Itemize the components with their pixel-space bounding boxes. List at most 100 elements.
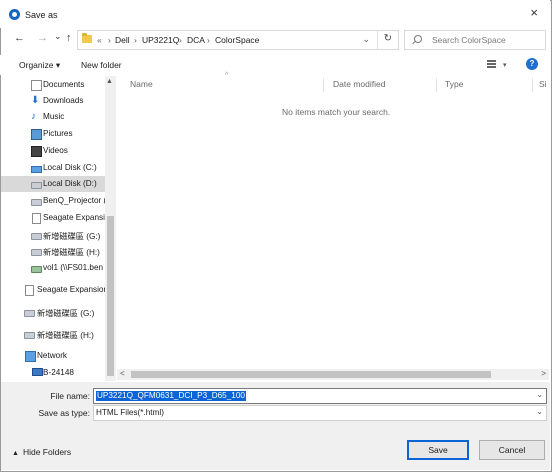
column-header-name[interactable]: Name [130,79,153,89]
sidebar-item-pictures[interactable]: Pictures [1,126,105,142]
drive-icon [31,199,42,206]
sidebar-scroll-thumb[interactable] [107,216,114,376]
network-drive-icon [31,266,42,273]
breadcrumb-separator: › [108,35,111,45]
sidebar-item-label: Seagate Expansic [43,213,109,222]
drive-icon [24,332,35,339]
view-options-icon[interactable] [487,60,496,68]
column-divider[interactable] [323,78,324,92]
sidebar-item-label: 新增磁碟區 (H:) [43,248,100,257]
save-button[interactable]: Save [407,440,469,460]
drive-icon [31,233,42,240]
sidebar-item-local-disk-c[interactable]: Local Disk (C:) [1,160,105,176]
column-header-type[interactable]: Type [445,79,463,89]
search-box[interactable]: Search ColorSpace [404,30,546,50]
breadcrumb-separator: › [134,35,137,45]
sidebar-item-label: Music [43,112,65,121]
refresh-icon[interactable]: ↻ [384,33,392,44]
column-header-size[interactable]: Si [539,79,547,89]
scroll-right-icon[interactable]: > [541,369,546,378]
scroll-up-icon[interactable]: ▲ [106,78,113,85]
page-icon [25,285,34,296]
recent-locations-icon[interactable]: ⌄ [54,31,62,42]
breadcrumb-dca[interactable]: DCA [187,35,205,45]
breadcrumb-colorspace[interactable]: ColorSpace [215,35,259,45]
window-title: Save as [25,10,58,20]
computer-icon [32,368,43,376]
sidebar-item-drive-h-2[interactable]: 新增磁碟區 (H:) [1,326,105,342]
downloads-icon: ⬇ [31,95,40,106]
column-header-date-modified[interactable]: Date modified [333,79,385,89]
app-icon [9,9,20,20]
address-bar[interactable]: « › Dell › UP3221Q › DCA › ColorSpace ⌄ … [77,30,399,50]
help-icon[interactable]: ? [526,58,538,70]
sidebar-scrollbar[interactable]: ▲ [105,76,116,381]
sidebar-item-label: Downloads [43,96,84,105]
sort-indicator-icon: ^ [225,72,229,79]
hide-folders-button[interactable]: ▲ Hide Folders [12,447,71,457]
sidebar-item-label: Videos [43,146,68,155]
pictures-icon [31,129,42,140]
sidebar-item-network[interactable]: Network [1,348,105,364]
navigation-pane[interactable]: Documents ⬇ Downloads ♪ Music Pictures V… [1,76,116,381]
sidebar-item-seagate-expansion[interactable]: Seagate Expansic [1,210,109,226]
system-drive-icon [31,166,42,173]
sidebar-item-local-disk-d[interactable]: Local Disk (D:) [1,176,105,192]
new-folder-button[interactable]: New folder [81,60,122,70]
cancel-button[interactable]: Cancel [479,440,545,460]
close-icon[interactable]: × [530,6,538,19]
address-dropdown-icon[interactable]: ⌄ [362,34,370,45]
view-options-caret[interactable]: ▾ [503,61,507,69]
column-divider[interactable] [436,78,437,92]
network-icon [25,351,36,362]
file-name-label: File name: [50,391,90,401]
save-as-type-dropdown-icon[interactable]: ⌄ [536,407,543,416]
horizontal-scroll-thumb[interactable] [131,371,491,378]
sidebar-item-label: Seagate Expansion [37,285,109,294]
sidebar-item-drive-g-2[interactable]: 新增磁碟區 (G:) [1,304,105,320]
music-icon: ♪ [31,111,36,122]
sidebar-item-label: Pictures [43,129,73,138]
videos-icon [31,146,42,157]
file-name-input[interactable]: UP3221Q_QFM0631_DCI_P3_D65_100 ⌄ [93,388,547,404]
hide-folders-label: Hide Folders [22,447,72,457]
sidebar-item-benq-projector[interactable]: BenQ_Projector ( [1,193,106,209]
sidebar-item-drive-h[interactable]: 新增磁碟區 (H:) [1,243,105,259]
file-name-dropdown-icon[interactable]: ⌄ [536,390,543,399]
file-name-value: UP3221Q_QFM0631_DCI_P3_D65_100 [96,391,246,401]
sidebar-item-label: B-24148 [43,368,74,377]
save-as-type-select[interactable]: HTML Files(*.html) ⌄ [93,405,547,421]
sidebar-item-b-24148[interactable]: B-24148 [1,365,105,381]
breadcrumb-overflow[interactable]: « [97,35,102,45]
sidebar-item-music[interactable]: ♪ Music [1,109,105,125]
up-folder-icon[interactable]: ↑ [66,33,72,44]
command-bar: Organize ▾ New folder ▾ ? [0,55,550,75]
sidebar-item-label: 新增磁碟區 (G:) [43,232,101,241]
scroll-left-icon[interactable]: < [120,369,125,378]
address-divider [377,31,378,49]
sidebar-item-drive-g[interactable]: 新增磁碟區 (G:) [1,227,105,243]
sidebar-item-label: vol1 (\\FS01.ben [43,263,104,272]
drive-icon [31,249,42,256]
sidebar-item-vol1[interactable]: vol1 (\\FS01.ben [1,260,105,276]
back-icon[interactable]: ← [14,33,25,44]
page-icon [32,213,41,224]
forward-icon[interactable]: → [37,33,48,44]
sidebar-item-videos[interactable]: Videos [1,143,105,159]
drive-icon [31,182,42,189]
sidebar-item-label: Local Disk (D:) [43,179,97,188]
breadcrumb-separator: › [179,35,182,45]
column-divider[interactable] [532,78,533,92]
search-placeholder: Search ColorSpace [432,35,506,45]
horizontal-scrollbar[interactable]: < > [117,369,549,380]
breadcrumb-dell[interactable]: Dell [115,35,130,45]
search-icon [414,35,422,43]
sidebar-item-downloads[interactable]: ⬇ Downloads [1,93,105,109]
breadcrumb-up3221q[interactable]: UP3221Q [142,35,179,45]
sidebar-item-seagate-expansion-2[interactable]: Seagate Expansion [1,282,109,298]
organize-button[interactable]: Organize ▾ [19,60,60,71]
sidebar-item-documents[interactable]: Documents [1,77,105,93]
sidebar-item-label: Network [37,351,68,360]
sidebar-item-label: 新增磁碟區 (H:) [37,331,94,340]
sidebar-item-label: Local Disk (C:) [43,163,97,172]
